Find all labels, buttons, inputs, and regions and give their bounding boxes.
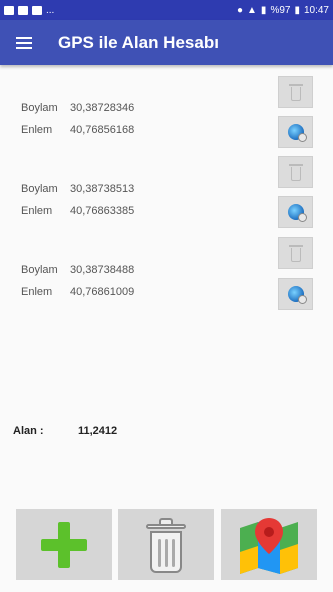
- hamburger-menu-icon[interactable]: [0, 20, 48, 65]
- delete-all-button[interactable]: [118, 509, 214, 580]
- enlem-label: Enlem: [21, 124, 53, 136]
- show-on-map-button[interactable]: [221, 509, 317, 580]
- map-pin-icon: [240, 517, 298, 574]
- enlem-label: Enlem: [21, 286, 53, 298]
- point-2-enlem-row: Enlem 40,76863385: [0, 202, 333, 222]
- enlem-value: 40,76856168: [70, 124, 135, 136]
- boylam-label: Boylam: [21, 102, 58, 114]
- outlook-icon: [32, 5, 42, 15]
- trash-can-icon: [146, 516, 186, 574]
- area-value: 11,2412: [78, 425, 118, 437]
- app-bar: GPS ile Alan Hesabı: [0, 20, 333, 65]
- boylam-label: Boylam: [21, 264, 58, 276]
- signal-icon: ▮: [260, 4, 267, 16]
- add-point-button[interactable]: [16, 509, 112, 580]
- boylam-value: 30,38728346: [70, 102, 135, 114]
- battery-icon: ▮: [294, 4, 300, 16]
- trash-icon: [288, 163, 303, 181]
- status-bar: ... ● ▲ ▮ %97 ▮ 10:47: [0, 0, 333, 20]
- more-notifications: ...: [46, 4, 55, 16]
- boylam-value: 30,38738488: [70, 264, 135, 276]
- location-icon: ●: [236, 4, 244, 16]
- enlem-value: 40,76861009: [70, 286, 135, 298]
- battery-level: %97: [270, 4, 291, 16]
- clock: 10:47: [303, 4, 329, 16]
- app-title: GPS ile Alan Hesabı: [58, 32, 219, 52]
- enlem-value: 40,76863385: [70, 205, 135, 217]
- plus-icon: [41, 521, 87, 568]
- point-3-enlem-row: Enlem 40,76861009: [0, 283, 333, 303]
- area-label: Alan :: [13, 425, 44, 437]
- facebook-icon: [18, 5, 28, 15]
- gallery-icon: [4, 5, 14, 15]
- enlem-label: Enlem: [21, 205, 53, 217]
- wifi-icon: ▲: [247, 4, 257, 16]
- point-1-enlem-row: Enlem 40,76856168: [0, 121, 333, 141]
- boylam-label: Boylam: [21, 183, 58, 195]
- boylam-value: 30,38738513: [70, 183, 135, 195]
- trash-icon: [288, 244, 303, 262]
